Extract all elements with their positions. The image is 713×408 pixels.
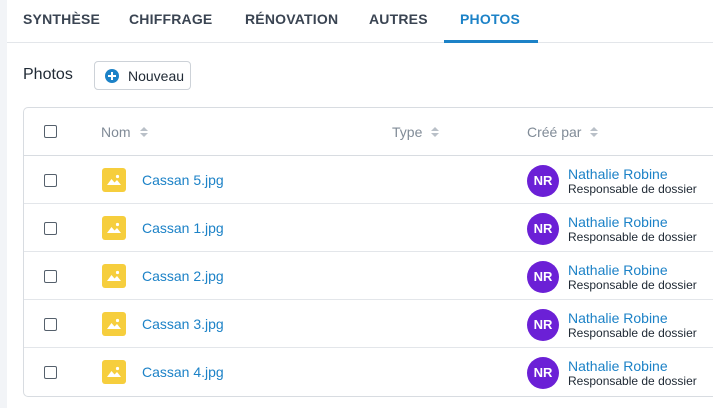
author-name-link[interactable]: Nathalie Robine — [568, 166, 668, 182]
file-name-link[interactable]: Cassan 2.jpg — [142, 252, 224, 300]
column-label: Type — [392, 123, 423, 140]
plus-circle-icon — [105, 68, 119, 83]
file-name-link[interactable]: Cassan 3.jpg — [142, 300, 224, 348]
main-panel: SYNTHÈSE CHIFFRAGE RÉNOVATION AUTRES PHO… — [7, 0, 713, 408]
avatar: NR — [527, 165, 559, 197]
author-name-link[interactable]: Nathalie Robine — [568, 310, 668, 326]
avatar: NR — [527, 357, 559, 389]
author-name-link[interactable]: Nathalie Robine — [568, 214, 668, 230]
row-checkbox[interactable] — [44, 222, 57, 235]
image-file-icon — [102, 264, 126, 288]
column-header-type[interactable]: Type — [392, 108, 440, 156]
image-file-icon — [102, 312, 126, 336]
new-button-label: Nouveau — [128, 67, 185, 84]
tab-photos[interactable]: PHOTOS — [460, 0, 520, 43]
tab-synthese[interactable]: SYNTHÈSE — [23, 0, 100, 43]
row-checkbox[interactable] — [44, 174, 57, 187]
column-header-nom[interactable]: Nom — [101, 108, 148, 156]
file-name-link[interactable]: Cassan 5.jpg — [142, 156, 224, 204]
file-name-link[interactable]: Cassan 1.jpg — [142, 204, 224, 252]
row-checkbox[interactable] — [44, 318, 57, 331]
table-row[interactable]: Cassan 1.jpg NR Nathalie Robine Responsa… — [24, 204, 713, 252]
table-row[interactable]: Cassan 5.jpg NR Nathalie Robine Responsa… — [24, 156, 713, 204]
tab-renovation[interactable]: RÉNOVATION — [245, 0, 338, 43]
row-checkbox[interactable] — [44, 366, 57, 379]
author-name-link[interactable]: Nathalie Robine — [568, 262, 668, 278]
column-header-cree-par[interactable]: Créé par — [527, 108, 599, 156]
sort-icon — [590, 127, 599, 137]
column-label: Créé par — [527, 123, 582, 140]
author-name-link[interactable]: Nathalie Robine — [568, 358, 668, 374]
author-role: Responsable de dossier — [568, 278, 697, 292]
sort-icon — [431, 127, 440, 137]
table-row[interactable]: Cassan 4.jpg NR Nathalie Robine Responsa… — [24, 348, 713, 396]
image-file-icon — [102, 216, 126, 240]
table-header: Nom Type Créé par — [24, 108, 713, 156]
author-role: Responsable de dossier — [568, 230, 697, 244]
section-title: Photos — [23, 66, 73, 83]
file-name-link[interactable]: Cassan 4.jpg — [142, 348, 224, 396]
avatar: NR — [527, 309, 559, 341]
column-label: Nom — [101, 123, 131, 140]
tab-autres[interactable]: AUTRES — [369, 0, 428, 43]
image-file-icon — [102, 168, 126, 192]
author-role: Responsable de dossier — [568, 374, 697, 388]
tab-bar: SYNTHÈSE CHIFFRAGE RÉNOVATION AUTRES PHO… — [7, 0, 713, 43]
table-row[interactable]: Cassan 2.jpg NR Nathalie Robine Responsa… — [24, 252, 713, 300]
select-all-checkbox[interactable] — [44, 125, 57, 138]
row-checkbox[interactable] — [44, 270, 57, 283]
table-row[interactable]: Cassan 3.jpg NR Nathalie Robine Responsa… — [24, 300, 713, 348]
new-button[interactable]: Nouveau — [94, 61, 191, 90]
tab-chiffrage[interactable]: CHIFFRAGE — [129, 0, 212, 43]
avatar: NR — [527, 261, 559, 293]
photos-table: Nom Type Créé par Cassan 5.jpg NR Nathal… — [23, 107, 713, 397]
avatar: NR — [527, 213, 559, 245]
author-role: Responsable de dossier — [568, 326, 697, 340]
author-role: Responsable de dossier — [568, 182, 697, 196]
image-file-icon — [102, 360, 126, 384]
sort-icon — [139, 127, 148, 137]
active-tab-indicator — [444, 40, 538, 43]
